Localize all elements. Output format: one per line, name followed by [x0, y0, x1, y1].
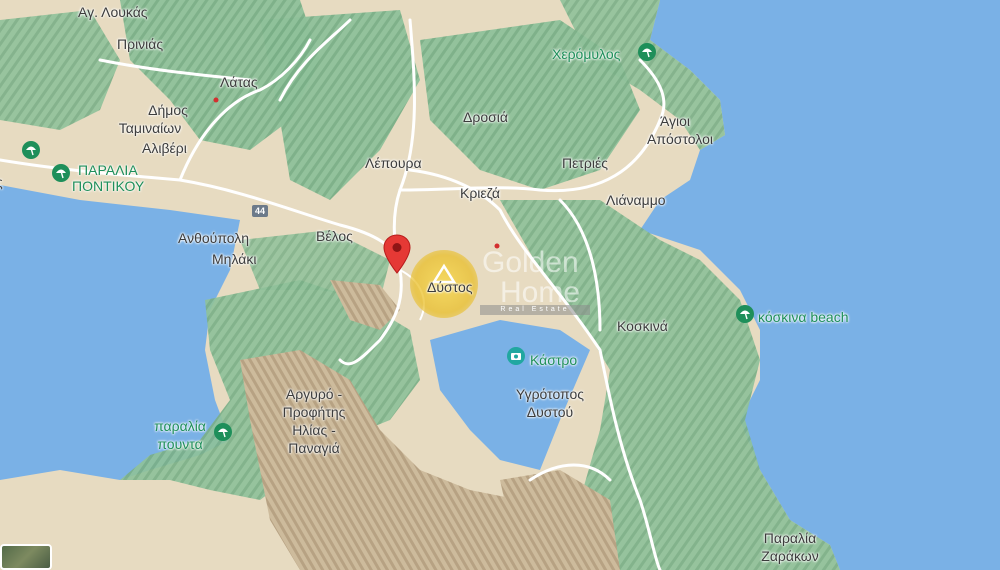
watermark-sub: Real Estate: [480, 305, 590, 315]
beach-icon[interactable]: [212, 422, 234, 444]
label-petries[interactable]: Πετριές: [562, 155, 608, 171]
label-taminaion[interactable]: Ταμιναίων: [100, 120, 200, 136]
label-dystos[interactable]: Δύστος: [427, 279, 473, 295]
label-agioi-1[interactable]: Άγιοι: [630, 113, 720, 129]
camera-icon[interactable]: [505, 346, 527, 368]
location-pin-icon[interactable]: [383, 234, 411, 274]
label-drosia[interactable]: Δροσιά: [463, 109, 508, 125]
label-argyro-2[interactable]: Προφήτης: [264, 404, 364, 420]
label-paralia-pontikou-1[interactable]: ΠΑΡΑΛΙΑ: [78, 162, 138, 178]
label-kastro[interactable]: Κάστρο: [530, 352, 577, 368]
label-krieza[interactable]: Κριεζά: [460, 185, 500, 201]
label-ygrotopos-2[interactable]: Δυστού: [500, 404, 600, 420]
map-canvas[interactable]: 44 Αγ. Λουκάς Πρινιάς Λάτας Δήμος Ταμινα…: [0, 0, 1000, 570]
beach-icon[interactable]: [50, 163, 72, 185]
label-lepoura[interactable]: Λέπουρα: [365, 155, 422, 171]
label-paralia-pontikou-2[interactable]: ΠΟΝΤΙΚΟΥ: [72, 178, 144, 194]
label-argyro-4[interactable]: Παναγιά: [264, 440, 364, 456]
label-ygrotopos-1[interactable]: Υγρότοπος: [500, 386, 600, 402]
beach-icon[interactable]: [20, 140, 42, 162]
beach-icon[interactable]: [734, 304, 756, 326]
watermark-brand-line1: Golden: [482, 246, 579, 279]
label-left-edge: ς: [0, 174, 3, 190]
label-argyro-1[interactable]: Αργυρό -: [264, 386, 364, 402]
road-shield-44: 44: [252, 205, 269, 217]
label-paralia-zarakon-2[interactable]: Ζαράκων: [740, 548, 840, 564]
layer-toggle-thumbnail[interactable]: [0, 544, 52, 570]
label-dimos[interactable]: Δήμος: [118, 102, 218, 118]
beach-icon[interactable]: [636, 42, 658, 64]
label-agioi-2[interactable]: Απόστολοι: [635, 131, 725, 147]
label-anthoupoli[interactable]: Ανθούπολη: [178, 230, 249, 246]
label-koskina[interactable]: Κοσκινά: [617, 318, 668, 334]
label-aliveri[interactable]: Αλιβέρι: [142, 140, 187, 156]
label-latas[interactable]: Λάτας: [220, 74, 258, 90]
label-koskina-beach[interactable]: κόσκινα beach: [758, 309, 849, 325]
label-ag-loukas[interactable]: Αγ. Λουκάς: [78, 4, 148, 20]
label-paralia-zarakon-1[interactable]: Παραλία: [740, 530, 840, 546]
label-xeromylos[interactable]: Χερόμυλος: [552, 46, 620, 62]
watermark-brand: Golden Home: [482, 248, 580, 308]
label-velos[interactable]: Βέλος: [316, 228, 353, 244]
label-lianammo[interactable]: Λιάναμμο: [606, 192, 666, 208]
label-prinias[interactable]: Πρινιάς: [117, 36, 163, 52]
label-argyro-3[interactable]: Ηλίας -: [264, 422, 364, 438]
label-milaki[interactable]: Μηλάκι: [212, 251, 256, 267]
